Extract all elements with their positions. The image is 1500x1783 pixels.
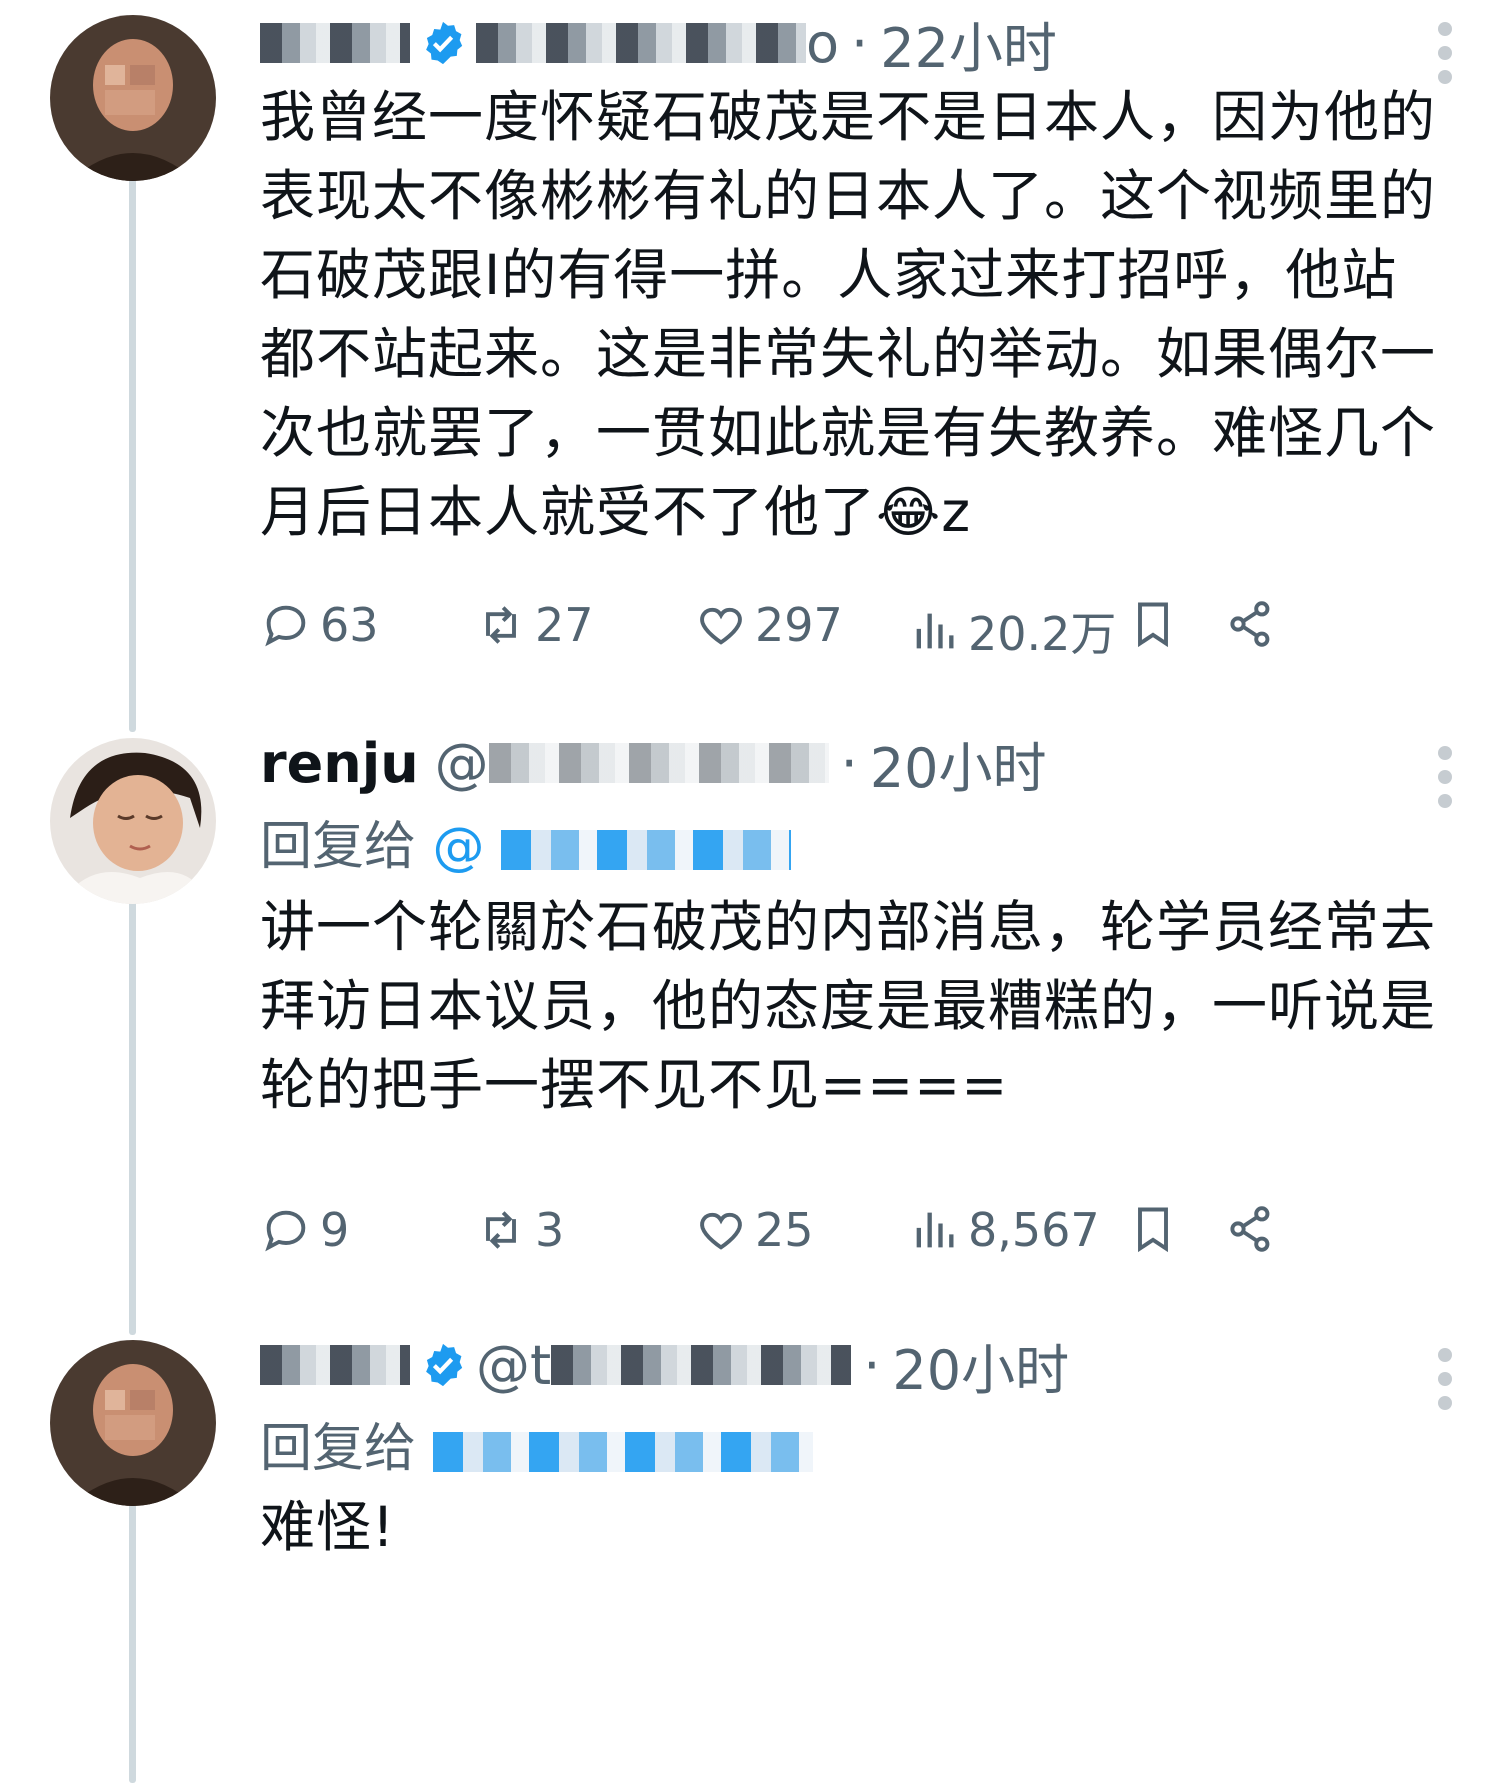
tweet-1[interactable]: o · 22小时 我曾经一度怀疑石破茂是不是日本人，因为他的表现太不像彬彬有礼的… [0,0,1500,720]
retweet-button[interactable]: 27 [475,598,594,652]
reply-to-label: 回复给 [260,817,417,877]
share-button[interactable] [1225,598,1285,650]
avatar[interactable] [50,1340,216,1506]
bookmark-icon [1138,602,1168,648]
redacted-reply-handle [501,830,792,870]
views-count: 20.2万 [968,607,1117,661]
like-count: 25 [755,1203,814,1257]
user-handle[interactable]: o [806,12,839,75]
redacted-reply-handle [432,1432,813,1472]
more-icon[interactable] [1438,22,1452,84]
like-button[interactable]: 25 [695,1203,814,1257]
user-handle[interactable]: @ [435,732,489,795]
retweet-icon [486,1211,516,1249]
like-icon [700,607,742,645]
reply-to-line: 回复给 @ [260,804,792,879]
reply-icon [265,1210,306,1252]
tweet-header: renju @ · 20小时 [260,728,1047,800]
verified-badge-icon [426,21,463,65]
like-count: 297 [755,598,843,652]
redacted-handle [476,23,806,63]
avatar[interactable] [50,15,216,181]
retweet-count: 27 [535,598,594,652]
share-button[interactable] [1225,1203,1285,1255]
views-icon [916,1212,954,1248]
tweet-header: o · 22小时 [260,8,1057,80]
bookmark-icon [1138,1207,1168,1253]
redacted-handle [488,743,829,783]
reply-count: 63 [320,598,379,652]
more-icon[interactable] [1438,746,1452,808]
share-icon [1230,1206,1270,1252]
redacted-name [260,23,410,63]
views-icon [916,613,954,649]
reply-count: 9 [320,1203,350,1257]
views-button[interactable]: 20.2万 [908,598,1116,664]
action-bar: 9 3 25 8,567 [260,1203,1440,1273]
like-button[interactable]: 297 [695,598,843,652]
reply-to-line: 回复给 [260,1406,813,1481]
retweet-icon [486,606,516,644]
separator-dot: · [840,731,858,795]
reply-button[interactable]: 9 [260,1203,349,1257]
redacted-handle [551,1345,852,1385]
views-button[interactable]: 8,567 [908,1203,1100,1257]
bookmark-button[interactable] [1127,1203,1187,1255]
tweet-text: 难怪! [260,1495,396,1559]
user-handle[interactable]: @t [476,1334,551,1397]
action-bar: 63 27 297 20.2万 [260,598,1440,668]
tweet-header: @t · 20小时 [260,1330,1069,1402]
reply-thread: o · 22小时 我曾经一度怀疑石破茂是不是日本人，因为他的表现太不像彬彬有礼的… [0,0,1500,1783]
reply-icon [265,605,306,647]
timestamp[interactable]: 20小时 [870,724,1047,803]
retweet-button[interactable]: 3 [475,1203,564,1257]
tweet-text: 讲一个轮關於石破茂的内部消息，轮学员经常去拜访日本议员，他的态度是最糟糕的，一听… [260,895,1437,1117]
display-name[interactable]: renju [260,732,419,795]
bookmark-button[interactable] [1127,598,1187,650]
timestamp[interactable]: 20小时 [892,1326,1069,1405]
verified-badge-icon [426,1343,463,1387]
tweet-text: 我曾经一度怀疑石破茂是不是日本人，因为他的表现太不像彬彬有礼的日本人了。这个视频… [260,85,1437,544]
reply-to-handle[interactable]: @ [433,817,485,877]
more-icon[interactable] [1438,1348,1452,1410]
share-icon [1230,601,1270,647]
reply-button[interactable]: 63 [260,598,379,652]
separator-dot: · [851,11,869,75]
timestamp[interactable]: 22小时 [880,4,1057,83]
retweet-count: 3 [535,1203,565,1257]
tweet-3[interactable]: @t · 20小时 回复给 难怪! [0,1320,1500,1783]
like-icon [700,1212,742,1250]
views-count: 8,567 [968,1203,1100,1257]
tweet-2[interactable]: renju @ · 20小时 回复给 @ 讲一个轮關於石破茂的内部消息，轮学员经… [0,720,1500,1320]
separator-dot: · [863,1333,881,1397]
redacted-name [260,1345,410,1385]
avatar[interactable] [50,738,216,904]
reply-to-label: 回复给 [260,1419,417,1479]
